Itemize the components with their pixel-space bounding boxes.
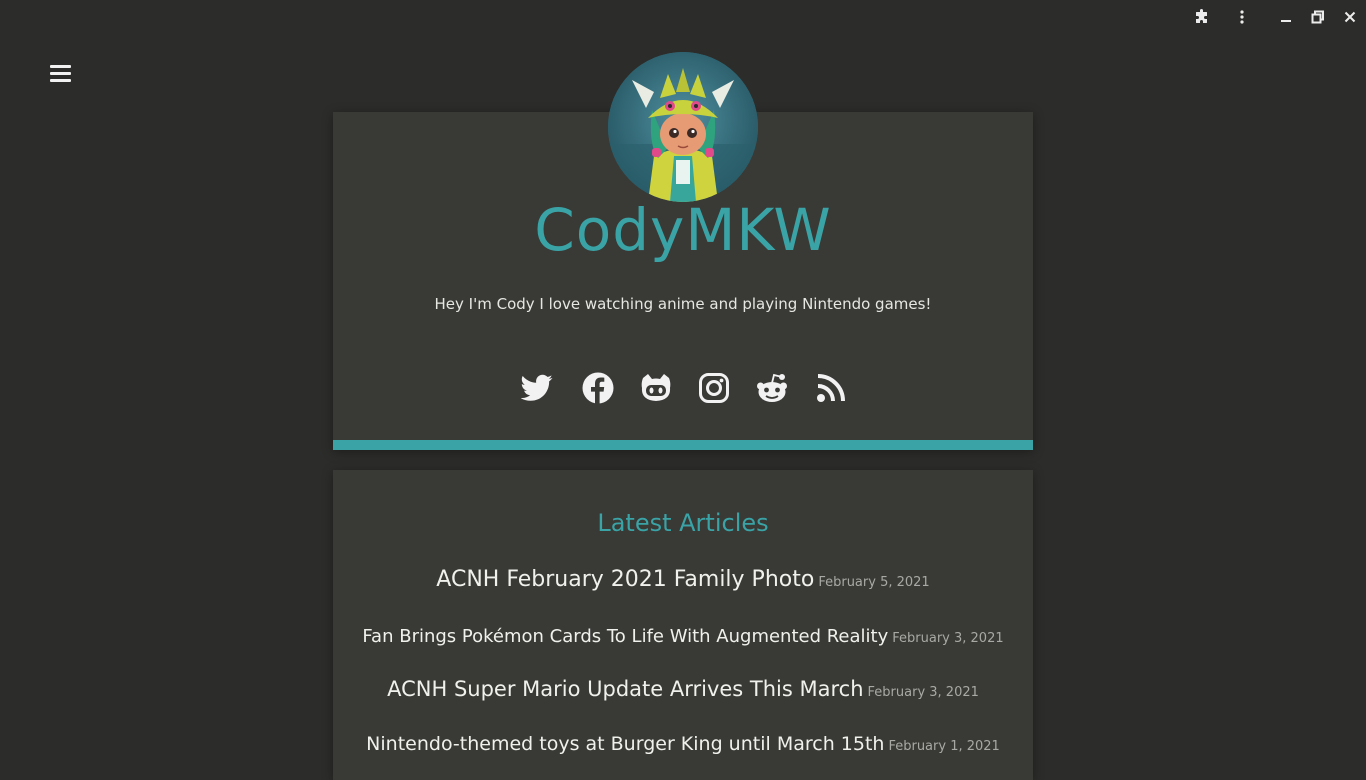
article-item: ACNH February 2021 Family Photo February … <box>333 567 1033 592</box>
social-links <box>333 368 1033 410</box>
latest-articles-heading: Latest Articles <box>597 509 769 537</box>
reddit-icon[interactable] <box>754 370 790 406</box>
github-icon[interactable] <box>638 370 674 406</box>
minimize-icon[interactable] <box>1274 5 1298 29</box>
rss-icon[interactable] <box>813 370 849 406</box>
avatar <box>608 52 758 202</box>
article-link[interactable]: Fan Brings Pokémon Cards To Life With Au… <box>362 626 888 647</box>
window-title-bar <box>0 0 1366 34</box>
close-icon[interactable] <box>1338 5 1362 29</box>
more-vertical-icon[interactable] <box>1230 5 1254 29</box>
article-item: Nintendo-themed toys at Burger King unti… <box>333 733 1033 755</box>
site-bio: Hey I'm Cody I love watching anime and p… <box>434 295 932 313</box>
article-item: ACNH Super Mario Update Arrives This Mar… <box>333 677 1033 701</box>
article-item: Fan Brings Pokémon Cards To Life With Au… <box>333 626 1033 647</box>
site-title: CodyMKW <box>534 196 832 264</box>
article-date: February 3, 2021 <box>867 685 979 700</box>
restore-icon[interactable] <box>1306 5 1330 29</box>
article-link[interactable]: ACNH Super Mario Update Arrives This Mar… <box>387 677 863 701</box>
article-date: February 3, 2021 <box>892 631 1004 646</box>
facebook-icon[interactable] <box>580 370 616 406</box>
latest-articles-card: Latest Articles ACNH February 2021 Famil… <box>333 470 1033 780</box>
article-link[interactable]: Nintendo-themed toys at Burger King unti… <box>366 733 884 755</box>
article-link[interactable]: ACNH February 2021 Family Photo <box>436 567 814 592</box>
article-date: February 5, 2021 <box>818 575 930 590</box>
twitter-icon[interactable] <box>519 370 555 406</box>
hamburger-menu-icon[interactable] <box>48 62 74 86</box>
article-date: February 1, 2021 <box>888 739 1000 754</box>
instagram-icon[interactable] <box>696 370 732 406</box>
profile-accent-bar <box>333 440 1033 450</box>
puzzle-piece-icon[interactable] <box>1190 5 1214 29</box>
